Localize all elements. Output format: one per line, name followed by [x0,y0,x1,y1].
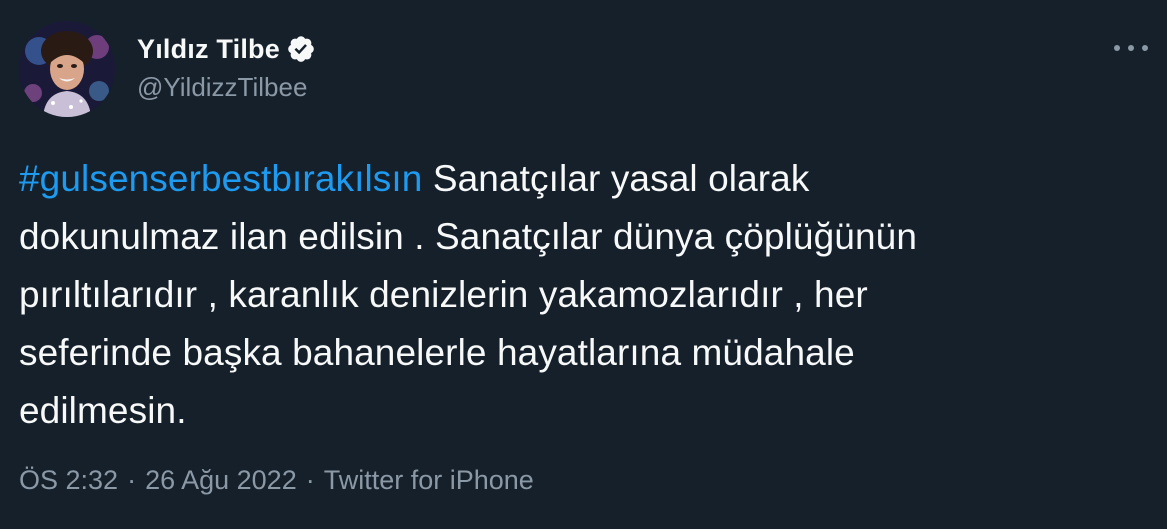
author-name-row: Yıldız Tilbe [137,31,316,67]
hashtag-link[interactable]: #gulsenserbestbırakılsın [19,158,422,199]
tweet-date[interactable]: 26 Ağu 2022 [145,465,297,496]
tweet-source[interactable]: Twitter for iPhone [324,465,534,496]
tweet-text-line: seferinde başka bahanelerle hayatlarına … [19,332,855,373]
meta-separator: · [127,465,137,495]
meta-separator: · [305,465,315,495]
dot-icon [1114,45,1120,51]
tweet-text: #gulsenserbestbırakılsın Sanatçılar yasa… [19,150,1139,440]
author-display-name[interactable]: Yıldız Tilbe [137,34,280,65]
tweet-text-line: dokunulmaz ilan edilsin . Sanatçılar dün… [19,216,917,257]
tweet-text-line: pırıltılarıdır , karanlık denizlerin yak… [19,274,868,315]
avatar[interactable] [19,21,115,117]
tweet-card: Yıldız Tilbe @YildizzTilbee #gulsenserbe… [0,0,1167,529]
tweet-meta: ÖS 2:32 · 26 Ağu 2022 · Twitter for iPho… [19,465,534,496]
dot-icon [1142,45,1148,51]
dot-icon [1128,45,1134,51]
verified-badge-icon [286,34,316,64]
more-options-icon[interactable] [1114,38,1148,58]
tweet-text-line: Sanatçılar yasal olarak [422,158,810,199]
author-handle[interactable]: @YildizzTilbee [137,72,307,103]
tweet-text-line: edilmesin. [19,390,187,431]
avatar-image [19,21,115,117]
tweet-time[interactable]: ÖS 2:32 [19,465,118,496]
